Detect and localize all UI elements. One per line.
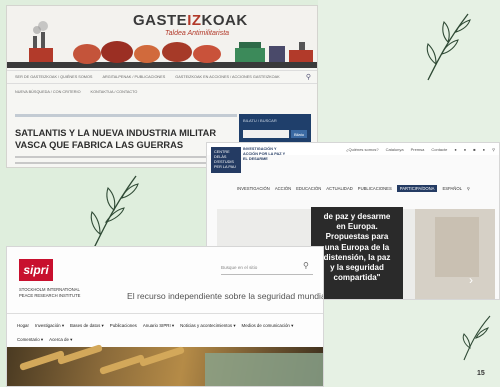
search-icon[interactable]: ⚲ <box>306 73 311 81</box>
article-text-line <box>15 162 235 164</box>
site-banner: GASTEIZKOAK Taldea Antimilitarista <box>7 6 317 68</box>
topbar-link[interactable]: Premsa <box>411 147 425 152</box>
slider-next-icon[interactable]: › <box>469 273 473 287</box>
facebook-icon[interactable]: ● <box>454 147 456 152</box>
topbar-link[interactable]: Catalunya <box>386 147 404 152</box>
nav-item-educacion[interactable]: Educación <box>296 186 321 191</box>
main-nav: Ser de Gasteizkoak / Quiénes somos Argit… <box>7 70 317 84</box>
twitter-icon[interactable]: ● <box>464 147 466 152</box>
search-icon[interactable]: ⚲ <box>303 261 309 270</box>
site-logo[interactable]: Centre Delàs d'Estudis per la Pau <box>211 147 241 173</box>
youtube-icon[interactable]: ■ <box>473 147 475 152</box>
sidebar-search-label: Bilatu / Buscar <box>243 118 277 123</box>
hero-quote: de paz y desarme en Europa. Propuestas p… <box>311 207 403 299</box>
site-subtitle: Taldea Antimilitarista <box>165 30 230 37</box>
main-nav: Investigación Acción Educación Actualida… <box>237 183 499 193</box>
breadcrumb <box>15 114 237 117</box>
nav-item-investigacion[interactable]: Investigación ▾ <box>35 323 64 329</box>
language-selector[interactable]: Español <box>442 186 461 191</box>
bullet-shape <box>99 354 145 375</box>
nav-item-medios[interactable]: Medios de comunicación ▾ <box>242 323 294 329</box>
nav-item-publicaciones[interactable]: Publicaciones <box>110 323 137 329</box>
nav-item-bases-datos[interactable]: Bases de datos ▾ <box>70 323 104 329</box>
leaf-icon <box>426 13 471 81</box>
topbar-link[interactable]: ¿Quiénes somos? <box>346 147 378 152</box>
nav-item-investigacion[interactable]: Investigación <box>237 186 270 191</box>
site-logo-tagline: Investigación y acción por la paz y el d… <box>243 147 286 161</box>
sidebar-search-input[interactable] <box>243 130 289 138</box>
nav-item-acerca[interactable]: Acerca de ▾ <box>49 337 72 343</box>
bullets-money-photo <box>7 344 323 386</box>
leaf-icon <box>90 175 139 249</box>
instagram-icon[interactable]: ● <box>483 147 485 152</box>
nav-item-noticias[interactable]: Noticias y acontecimientos ▾ <box>180 323 235 329</box>
site-tagline: El recurso independiente sobre la seguri… <box>127 291 324 301</box>
hero-photo-detail <box>435 217 479 277</box>
nav-item-anuario[interactable]: Anuario SIPRI ▾ <box>143 323 174 329</box>
page-number: 15 <box>477 370 485 377</box>
divider <box>7 313 323 314</box>
nav-item-comentario[interactable]: Comentario ▾ <box>17 337 43 343</box>
nav-item-hogar[interactable]: Hogar <box>17 323 29 329</box>
screenshot-sipri: sipri Stockholm International Peace Rese… <box>6 246 324 387</box>
nav-item[interactable]: Ser de Gasteizkoak / Quiénes somos <box>15 75 92 79</box>
secondary-nav: Comentario ▾ Acerca de ▾ <box>17 337 72 343</box>
nav-item-participa[interactable]: Participa/dona <box>396 184 438 192</box>
nav-item[interactable]: Gasteizkoak en Acciones / Acciones Gaste… <box>175 75 279 79</box>
nav-item[interactable]: Argitalpenak / Publicaciones <box>102 75 165 79</box>
search-input[interactable]: Busque en el sitio <box>221 261 313 275</box>
leaf-icon <box>462 315 491 361</box>
search-icon[interactable]: ⚲ <box>492 147 495 152</box>
nav-item-actualidad[interactable]: Actualidad <box>326 186 353 191</box>
search-icon[interactable]: ⚲ <box>467 186 470 191</box>
article-text-line <box>15 156 235 158</box>
nav-item-publicaciones[interactable]: Publicaciones <box>358 186 392 191</box>
secondary-nav: Nueva búsqueda / Con criterio Kontaktua … <box>7 86 317 98</box>
nav-item[interactable]: Nueva búsqueda / Con criterio <box>15 90 81 94</box>
nav-item-accion[interactable]: Acción <box>275 186 291 191</box>
banknote-shape <box>205 353 323 386</box>
bullet-shape <box>139 346 185 367</box>
site-logo[interactable]: sipri <box>19 259 53 281</box>
site-logo[interactable]: GASTEIZKOAK <box>133 12 248 29</box>
sidebar-search-button[interactable]: Bilatu <box>291 130 307 138</box>
nav-item[interactable]: Kontaktua / Contacto <box>91 90 138 94</box>
main-nav: Hogar Investigación ▾ Bases de datos ▾ P… <box>17 323 293 329</box>
topbar-link[interactable]: Contacte <box>431 147 447 152</box>
org-name: Stockholm International Peace Research I… <box>19 287 81 298</box>
